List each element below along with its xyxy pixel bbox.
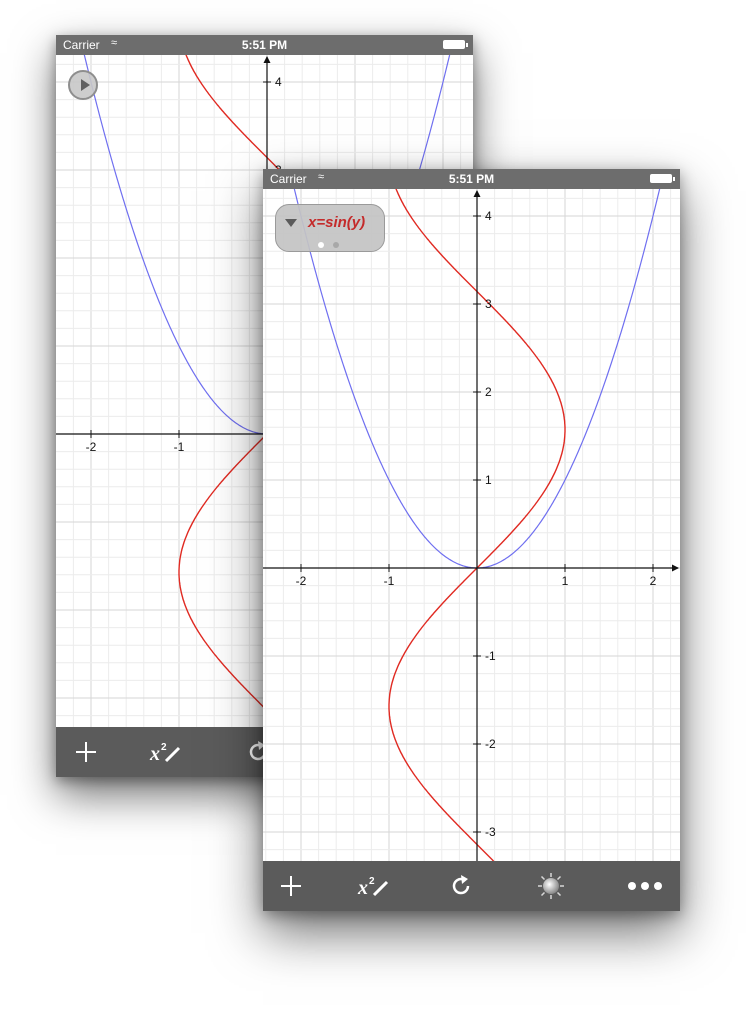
y-tick-label: -1 xyxy=(485,649,496,663)
x-tick-label: -2 xyxy=(86,440,97,454)
y-tick-label: 2 xyxy=(485,385,492,399)
clock-label: 5:51 PM xyxy=(448,172,495,186)
x-squared-edit-icon: x 2 xyxy=(149,742,181,765)
graph-canvas[interactable]: -2 -1 1 2 4 3 2 1 -1 -2 -3 x=sin(y) xyxy=(263,189,680,861)
y-tick-label: -2 xyxy=(485,737,496,751)
play-icon[interactable] xyxy=(68,70,98,100)
x-tick-label: 1 xyxy=(562,574,569,588)
x-squared-edit-icon: x 2 xyxy=(357,876,389,899)
plus-icon xyxy=(76,742,96,762)
y-tick-label: -3 xyxy=(485,825,496,839)
clock-label: 5:51 PM xyxy=(241,38,288,52)
collapse-triangle-icon[interactable] xyxy=(285,219,297,227)
equation-panel[interactable]: x=sin(y) xyxy=(275,204,385,252)
edit-functions-button[interactable]: x 2 xyxy=(136,727,196,777)
light-bulb-icon xyxy=(538,873,564,899)
svg-text:2: 2 xyxy=(369,876,375,887)
x-axis-arrow xyxy=(672,564,679,572)
svg-text:2: 2 xyxy=(161,742,167,753)
plus-icon xyxy=(281,876,301,896)
svg-text:x: x xyxy=(149,743,160,765)
y-axis-arrow xyxy=(473,190,481,197)
page-dot-active xyxy=(318,242,324,248)
bulb-button[interactable] xyxy=(521,861,581,911)
add-button[interactable] xyxy=(56,727,116,777)
status-bar: Carrier ≈ 5:51 PM xyxy=(263,169,680,189)
svg-text:x: x xyxy=(357,877,368,899)
toolbar: x 2 xyxy=(263,861,680,911)
x-tick-label: -1 xyxy=(174,440,185,454)
x-tick-label: -2 xyxy=(296,574,307,588)
y-tick-label: 1 xyxy=(485,473,492,487)
add-button[interactable] xyxy=(263,861,321,911)
x-tick-label: 2 xyxy=(650,574,657,588)
edit-functions-button[interactable]: x 2 xyxy=(344,861,404,911)
x-tick-label: -1 xyxy=(384,574,395,588)
y-axis-arrow xyxy=(263,56,271,63)
more-icon xyxy=(628,882,662,890)
y-tick-label: 4 xyxy=(485,209,492,223)
equation-label: x=sin(y) xyxy=(308,214,366,231)
page-dot xyxy=(333,242,339,248)
refresh-icon xyxy=(452,875,470,895)
refresh-button[interactable] xyxy=(431,861,491,911)
y-tick-label: 4 xyxy=(275,75,282,89)
y-tick-label: 3 xyxy=(485,297,492,311)
battery-icon xyxy=(443,40,468,49)
status-bar: Carrier ≈ 5:51 PM xyxy=(56,35,473,55)
battery-icon xyxy=(650,174,675,183)
grid xyxy=(263,189,680,861)
front-screen: Carrier ≈ 5:51 PM -2 -1 1 2 4 3 2 1 -1 -2 -3 x=sin… xyxy=(263,169,680,911)
more-button[interactable] xyxy=(615,861,675,911)
